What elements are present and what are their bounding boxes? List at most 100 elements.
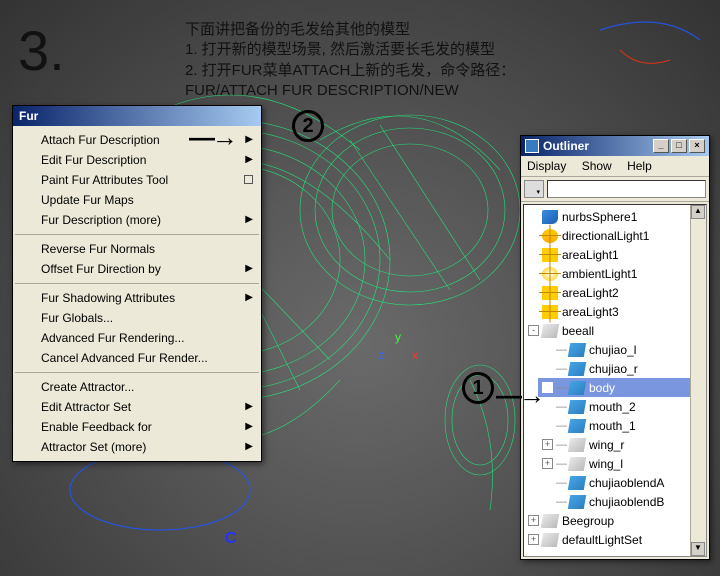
fur-menu-item[interactable]: Enable Feedback for▶: [13, 417, 261, 437]
outliner-app-icon: [525, 139, 539, 153]
outliner-node[interactable]: —body: [538, 378, 706, 397]
expander-icon: [542, 420, 553, 431]
outliner-node[interactable]: - beeall: [524, 321, 706, 340]
alight-icon: [542, 286, 558, 300]
fur-menu-item[interactable]: Paint Fur Attributes Tool: [13, 170, 261, 190]
outliner-node[interactable]: —mouth_2: [538, 397, 706, 416]
expander-icon: [542, 363, 553, 374]
expander-icon: [528, 211, 539, 222]
outliner-node[interactable]: +defaultLightSet: [524, 530, 706, 549]
expander-icon: [542, 344, 553, 355]
axis-z-label: z: [378, 348, 384, 362]
fur-menu-item[interactable]: Advanced Fur Rendering...: [13, 328, 261, 348]
poly-icon: [568, 438, 586, 452]
instruction-line: 下面讲把备份的毛发给其他的模型: [185, 20, 665, 40]
fur-menu-item[interactable]: Attach Fur Description▶: [13, 130, 261, 150]
outliner-tree[interactable]: nurbsSphere1 directionalLight1 areaLight1 a…: [523, 204, 707, 557]
fur-menu-item[interactable]: Create Attractor...: [13, 377, 261, 397]
expander-icon: [528, 268, 539, 279]
expander-icon: [542, 401, 553, 412]
expander-icon[interactable]: +: [542, 439, 553, 450]
menu-display[interactable]: Display: [527, 159, 566, 173]
outliner-node[interactable]: —mouth_1: [538, 416, 706, 435]
fur-menu-item[interactable]: Fur Description (more)▶: [13, 210, 261, 230]
node-label: chujiao_r: [589, 362, 638, 376]
outliner-node[interactable]: ambientLight1: [524, 264, 706, 283]
node-label: mouth_1: [589, 419, 636, 433]
mesh-icon: [568, 362, 586, 376]
fur-menu: Fur Attach Fur Description▶Edit Fur Desc…: [12, 105, 262, 462]
expander-icon: [542, 382, 553, 393]
poly-icon: [541, 324, 559, 338]
node-label: chujiao_l: [589, 343, 636, 357]
dlight-icon: [542, 229, 558, 243]
outliner-node[interactable]: areaLight2: [524, 283, 706, 302]
grp-icon: [541, 533, 559, 547]
outliner-node[interactable]: areaLight3: [524, 302, 706, 321]
node-label: wing_l: [589, 457, 623, 471]
fur-menu-item[interactable]: Update Fur Maps: [13, 190, 261, 210]
instruction-line: 2. 打开FUR菜单ATTACH上新的毛发，命令路径：: [185, 61, 665, 81]
mesh-icon: [568, 419, 586, 433]
node-label: mouth_2: [589, 400, 636, 414]
outliner-scrollbar[interactable]: ▲ ▼: [690, 205, 706, 556]
menu-help[interactable]: Help: [627, 159, 652, 173]
node-label: directionalLight1: [562, 229, 649, 243]
outliner-node[interactable]: —chujiao_r: [538, 359, 706, 378]
nurbs-icon: [542, 210, 558, 224]
grp-icon: [541, 514, 559, 528]
outliner-node[interactable]: +—wing_r: [538, 435, 706, 454]
axis-y-label: y: [395, 330, 401, 344]
expander-icon[interactable]: -: [528, 325, 539, 336]
node-label: chujiaoblendB: [589, 495, 664, 509]
node-label: beeall: [562, 324, 594, 338]
alight-icon: [542, 248, 558, 262]
menu-show[interactable]: Show: [582, 159, 612, 173]
outliner-node[interactable]: —chujiao_l: [538, 340, 706, 359]
fur-menu-item[interactable]: Offset Fur Direction by▶: [13, 259, 261, 279]
mesh-icon: [568, 476, 586, 490]
outliner-window: Outliner _ □ × Display Show Help ▾ nurbs…: [520, 135, 710, 560]
outliner-node[interactable]: nurbsSphere1: [524, 207, 706, 226]
outliner-node[interactable]: +Beegroup: [524, 511, 706, 530]
expander-icon: [528, 287, 539, 298]
fur-menu-item[interactable]: Fur Shadowing Attributes▶: [13, 288, 261, 308]
scroll-down-button[interactable]: ▼: [691, 542, 705, 556]
instruction-line: FUR/ATTACH FUR DESCRIPTION/NEW: [185, 81, 665, 101]
outliner-node[interactable]: —chujiaoblendB: [538, 492, 706, 511]
fur-menu-item[interactable]: Edit Attractor Set▶: [13, 397, 261, 417]
expander-icon[interactable]: +: [542, 458, 553, 469]
step-number: 3.: [18, 18, 65, 83]
scroll-up-button[interactable]: ▲: [691, 205, 705, 219]
outliner-node[interactable]: areaLight1: [524, 245, 706, 264]
instruction-text: 下面讲把备份的毛发给其他的模型 1. 打开新的模型场景, 然后激活要长毛发的模型…: [185, 20, 665, 101]
expander-icon: [542, 496, 553, 507]
fur-menu-item[interactable]: Reverse Fur Normals: [13, 239, 261, 259]
fur-menu-item[interactable]: Attractor Set (more)▶: [13, 437, 261, 457]
fur-menu-title: Fur: [13, 106, 261, 126]
outliner-node[interactable]: directionalLight1: [524, 226, 706, 245]
fur-menu-item[interactable]: Edit Fur Description▶: [13, 150, 261, 170]
outliner-node[interactable]: +—wing_l: [538, 454, 706, 473]
maximize-button[interactable]: □: [671, 139, 687, 153]
minimize-button[interactable]: _: [653, 139, 669, 153]
mesh-icon: [568, 400, 586, 414]
node-label: wing_r: [589, 438, 624, 452]
expander-icon[interactable]: +: [528, 534, 539, 545]
expander-icon[interactable]: +: [528, 515, 539, 526]
expander-icon: [528, 230, 539, 241]
close-button[interactable]: ×: [689, 139, 705, 153]
axis-x-label: x: [412, 348, 418, 362]
outliner-titlebar[interactable]: Outliner _ □ ×: [521, 136, 709, 156]
outliner-mode-button[interactable]: ▾: [524, 180, 544, 198]
fur-menu-item[interactable]: Cancel Advanced Fur Render...: [13, 348, 261, 368]
outliner-filter-input[interactable]: [547, 180, 706, 198]
expander-icon: [542, 477, 553, 488]
node-label: ambientLight1: [562, 267, 637, 281]
amb-icon: [542, 267, 558, 281]
node-label: nurbsSphere1: [562, 210, 637, 224]
node-label: areaLight2: [562, 286, 619, 300]
fur-menu-item[interactable]: Fur Globals...: [13, 308, 261, 328]
outliner-node[interactable]: —chujiaoblendA: [538, 473, 706, 492]
node-label: body: [589, 381, 615, 395]
